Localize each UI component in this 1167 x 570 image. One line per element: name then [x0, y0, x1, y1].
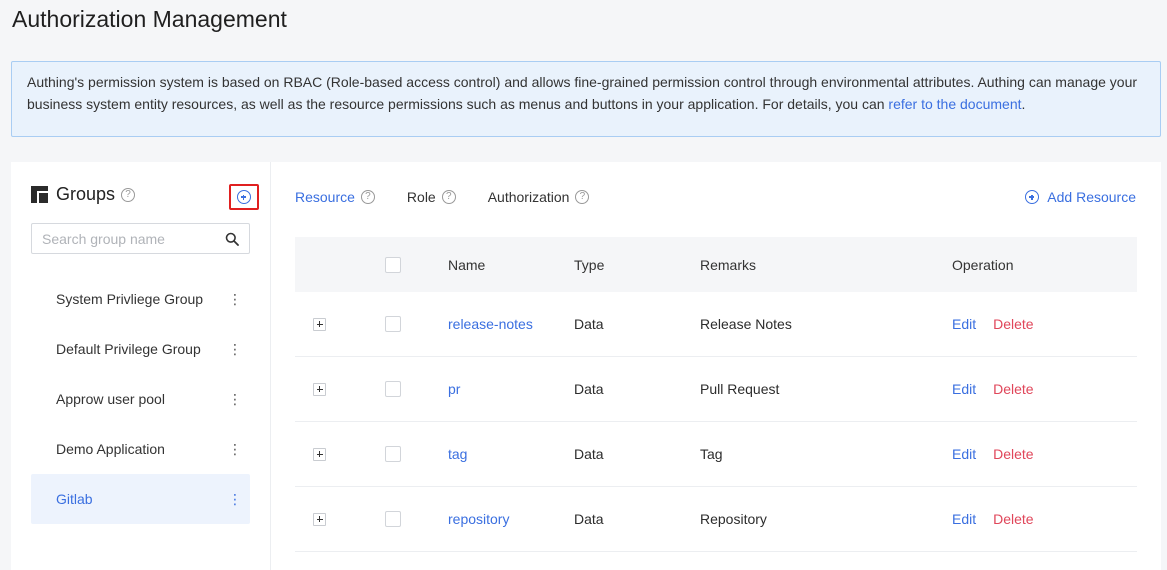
- vertical-ellipsis-icon[interactable]: ⋮: [228, 442, 242, 456]
- tab-authorization[interactable]: Authorization ?: [488, 189, 590, 205]
- group-item-label: Approw user pool: [56, 391, 165, 407]
- group-item-label: Gitlab: [56, 491, 93, 507]
- group-item-active[interactable]: Gitlab ⋮: [31, 474, 250, 524]
- plus-square-icon[interactable]: [313, 447, 326, 461]
- plus-circle-icon: [237, 190, 251, 204]
- delete-button[interactable]: Delete: [993, 316, 1033, 332]
- resource-name-link[interactable]: repository: [448, 511, 574, 527]
- group-item[interactable]: Demo Application ⋮: [31, 424, 250, 474]
- page-title: Authorization Management: [12, 6, 287, 32]
- table-row: release-notes Data Release Notes Edit De…: [295, 292, 1137, 357]
- groups-panel: Groups ? System Privliege Group ⋮ Defaul…: [11, 162, 271, 570]
- tab-resource[interactable]: Resource ?: [295, 189, 375, 205]
- table-row: tag Data Tag Edit Delete: [295, 422, 1137, 487]
- resource-type: Data: [574, 316, 604, 332]
- resource-name-link[interactable]: pr: [448, 381, 574, 397]
- document-link[interactable]: refer to the document: [888, 96, 1021, 112]
- vertical-ellipsis-icon[interactable]: ⋮: [228, 292, 242, 306]
- delete-button[interactable]: Delete: [993, 511, 1033, 527]
- banner-suffix: .: [1021, 96, 1026, 112]
- delete-button[interactable]: Delete: [993, 446, 1033, 462]
- vertical-ellipsis-icon[interactable]: ⋮: [228, 392, 242, 406]
- resource-remarks: Release Notes: [700, 316, 792, 332]
- groups-header: Groups ?: [31, 184, 136, 205]
- tab-label: Authorization: [487, 189, 570, 205]
- group-search-box: [31, 223, 250, 254]
- group-item[interactable]: Approw user pool ⋮: [31, 374, 250, 424]
- group-item-label: Demo Application: [56, 441, 165, 457]
- resource-name-link[interactable]: tag: [448, 446, 574, 462]
- question-circle-icon: ?: [121, 187, 136, 202]
- vertical-ellipsis-icon[interactable]: ⋮: [228, 342, 242, 356]
- add-resource-label: Add Resource: [1047, 189, 1136, 205]
- select-all-checkbox[interactable]: [385, 256, 401, 273]
- table-header: Name Type Remarks Operation: [295, 237, 1137, 292]
- column-header: Remarks: [700, 256, 757, 273]
- row-checkbox[interactable]: [385, 511, 401, 527]
- plus-square-icon[interactable]: [313, 382, 326, 396]
- edit-button[interactable]: Edit: [952, 511, 976, 527]
- edit-button[interactable]: Edit: [952, 446, 976, 462]
- tab-role[interactable]: Role ?: [407, 189, 456, 205]
- column-header: Name: [448, 256, 486, 273]
- group-item-label: Default Privilege Group: [56, 341, 201, 357]
- row-checkbox[interactable]: [385, 381, 401, 397]
- header-checkbox-cell: [365, 256, 448, 273]
- plus-circle-icon: [1025, 190, 1040, 204]
- add-group-button[interactable]: [229, 184, 259, 210]
- folder-icon: [31, 186, 48, 203]
- resource-name-link[interactable]: release-notes: [448, 316, 574, 332]
- plus-square-icon[interactable]: [313, 317, 326, 331]
- groups-title: Groups: [56, 184, 116, 204]
- group-item[interactable]: Default Privilege Group ⋮: [31, 324, 250, 374]
- row-checkbox[interactable]: [385, 316, 401, 332]
- main-card: Groups ? System Privliege Group ⋮ Defaul…: [11, 162, 1161, 570]
- add-resource-button[interactable]: Add Resource: [1025, 189, 1136, 205]
- group-list: System Privliege Group ⋮ Default Privile…: [31, 274, 250, 524]
- group-search-input[interactable]: [42, 230, 225, 247]
- question-circle-icon: ?: [575, 190, 590, 204]
- vertical-ellipsis-icon[interactable]: ⋮: [228, 492, 242, 506]
- search-icon[interactable]: [225, 232, 239, 246]
- edit-button[interactable]: Edit: [952, 381, 976, 397]
- column-header: Type: [574, 256, 605, 273]
- resource-remarks: Tag: [700, 446, 723, 462]
- column-header: Operation: [952, 256, 1014, 273]
- resource-type: Data: [574, 446, 604, 462]
- info-banner: Authing's permission system is based on …: [11, 61, 1161, 137]
- resource-remarks: Pull Request: [700, 381, 780, 397]
- resource-tabs: Resource ? Role ? Authorization ?: [295, 189, 621, 205]
- resource-table: Name Type Remarks Operation release-note…: [295, 237, 1137, 552]
- group-item-label: System Privliege Group: [56, 291, 204, 307]
- edit-button[interactable]: Edit: [952, 316, 976, 332]
- table-row: repository Data Repository Edit Delete: [295, 487, 1137, 552]
- tab-label: Role: [406, 189, 436, 205]
- resource-type: Data: [574, 381, 604, 397]
- group-item[interactable]: System Privliege Group ⋮: [31, 274, 250, 324]
- question-circle-icon: ?: [360, 190, 375, 204]
- delete-button[interactable]: Delete: [993, 381, 1033, 397]
- plus-square-icon[interactable]: [313, 512, 326, 526]
- resource-remarks: Repository: [700, 511, 767, 527]
- tab-label: Resource: [295, 189, 355, 205]
- resource-type: Data: [574, 511, 604, 527]
- table-row: pr Data Pull Request Edit Delete: [295, 357, 1137, 422]
- question-circle-icon: ?: [441, 190, 456, 204]
- row-checkbox[interactable]: [385, 446, 401, 462]
